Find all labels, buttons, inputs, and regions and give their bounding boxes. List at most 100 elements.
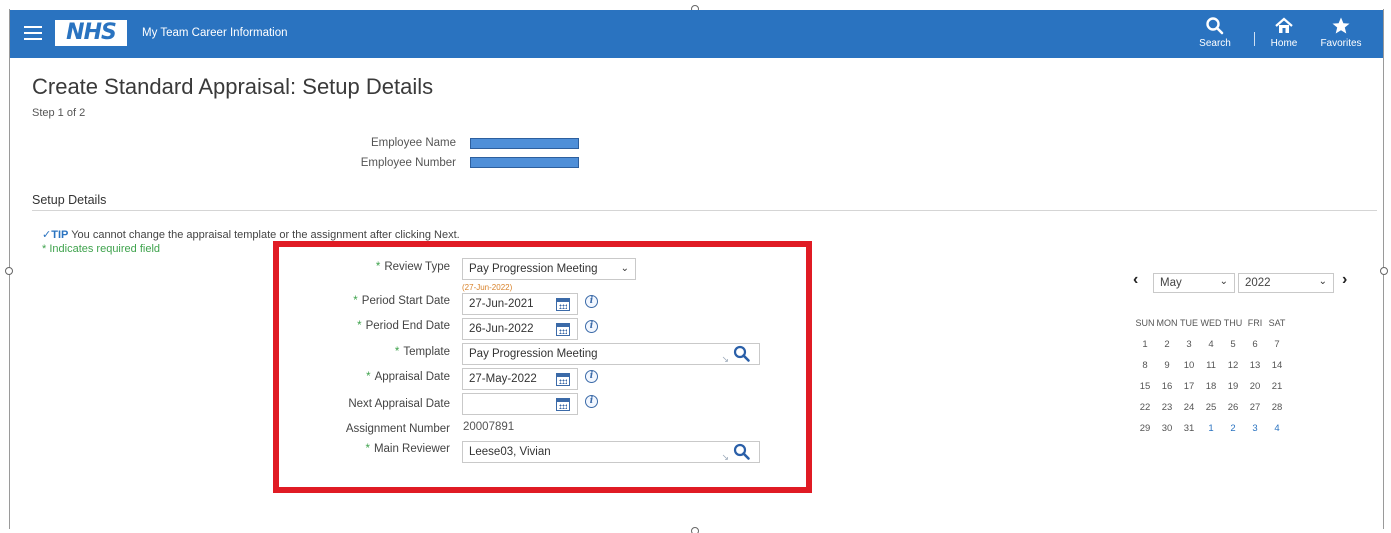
info-icon[interactable]: i <box>585 395 598 408</box>
calendar-day[interactable]: 12 <box>1222 355 1244 376</box>
home-icon <box>1266 16 1302 38</box>
employee-name-redacted <box>470 138 579 149</box>
resize-arrow-icon: ↘ <box>721 452 729 462</box>
chevron-down-icon: ⌄ <box>1318 276 1327 287</box>
period-end-label: * Period End Date <box>357 320 450 332</box>
info-icon[interactable]: i <box>585 320 598 333</box>
calendar-day[interactable]: 11 <box>1200 355 1222 376</box>
calendar-day[interactable]: 2 <box>1156 334 1178 355</box>
template-input[interactable]: Pay Progression Meeting ↘ <box>462 343 760 365</box>
calendar-icon[interactable] <box>556 398 570 411</box>
calendar-week-row: 15 16 17 18 19 20 21 <box>1134 376 1288 397</box>
weekday-header: SUN <box>1135 318 1155 328</box>
calendar-day[interactable]: 17 <box>1178 376 1200 397</box>
calendar-day[interactable]: 27 <box>1244 397 1266 418</box>
calendar-day[interactable]: 13 <box>1244 355 1266 376</box>
calendar-day[interactable]: 5 <box>1222 334 1244 355</box>
calendar-day[interactable]: 31 <box>1178 418 1200 439</box>
calendar-day[interactable]: 24 <box>1178 397 1200 418</box>
calendar-week-row: 8 9 10 11 12 13 14 <box>1134 355 1288 376</box>
tip-prefix: TIP <box>51 229 69 241</box>
calendar-day[interactable]: 22 <box>1134 397 1156 418</box>
search-icon[interactable] <box>733 443 751 468</box>
employee-number-redacted <box>470 157 579 168</box>
calendar-icon[interactable] <box>556 323 570 336</box>
calendar-icon[interactable] <box>556 298 570 311</box>
calendar-day[interactable]: 21 <box>1266 376 1288 397</box>
weekday-header: MON <box>1156 318 1178 328</box>
calendar-day[interactable]: 1 <box>1134 334 1156 355</box>
resize-handle-left <box>5 267 13 275</box>
review-type-label: * Review Type <box>375 261 450 273</box>
weekday-header: THU <box>1223 318 1243 328</box>
review-type-hint: (27-Jun-2022) <box>462 283 513 292</box>
favorites-nav-button[interactable]: Favorites <box>1314 16 1368 49</box>
calendar-day[interactable]: 28 <box>1266 397 1288 418</box>
calendar-day[interactable]: 8 <box>1134 355 1156 376</box>
calendar-day[interactable]: 3 <box>1178 334 1200 355</box>
month-select[interactable]: May ⌄ <box>1153 273 1235 293</box>
section-divider <box>32 210 1377 211</box>
nhs-logo: NHS <box>55 20 127 46</box>
resize-handle-right <box>1380 267 1388 275</box>
calendar-week-row: 22 23 24 25 26 27 28 <box>1134 397 1288 418</box>
calendar-day[interactable]: 14 <box>1266 355 1288 376</box>
required-field-note: * Indicates required field <box>42 243 161 255</box>
calendar-day[interactable]: 7 <box>1266 334 1288 355</box>
weekday-header: SAT <box>1268 318 1286 328</box>
calendar-day[interactable]: 29 <box>1134 418 1156 439</box>
calendar-day[interactable]: 19 <box>1222 376 1244 397</box>
star-icon <box>1314 16 1368 38</box>
resize-handle-bottom <box>691 527 699 533</box>
page-title: Create Standard Appraisal: Setup Details <box>32 74 434 99</box>
search-nav-button[interactable]: Search <box>1195 16 1235 49</box>
calendar-day[interactable]: 20 <box>1244 376 1266 397</box>
calendar-day[interactable]: 18 <box>1200 376 1222 397</box>
main-reviewer-input[interactable]: Leese03, Vivian ↘ <box>462 441 760 463</box>
period-start-label: * Period Start Date <box>353 295 450 307</box>
calendar-day[interactable]: 4 <box>1200 334 1222 355</box>
resize-arrow-icon: ↘ <box>721 354 729 364</box>
template-label: * Template <box>394 346 450 358</box>
nav-divider <box>1254 32 1255 46</box>
main-reviewer-label: * Main Reviewer <box>365 443 450 455</box>
menu-icon[interactable] <box>24 26 42 40</box>
calendar-day[interactable]: 10 <box>1178 355 1200 376</box>
weekday-header: FRI <box>1247 318 1263 328</box>
calendar-day[interactable]: 25 <box>1200 397 1222 418</box>
calendar-day[interactable]: 15 <box>1134 376 1156 397</box>
review-type-select[interactable]: Pay Progression Meeting ⌄ <box>462 258 636 280</box>
calendar-week-row: 1234567 <box>1134 334 1288 355</box>
top-navigation-bar: NHS My Team Career Information Search Ho… <box>10 10 1383 58</box>
chevron-down-icon: ⌄ <box>620 263 629 274</box>
calendar-day[interactable]: 6 <box>1244 334 1266 355</box>
calendar-day[interactable]: 3 <box>1244 418 1266 439</box>
assignment-number-label: Assignment Number <box>345 423 450 435</box>
home-nav-button[interactable]: Home <box>1266 16 1302 49</box>
calendar-day[interactable]: 16 <box>1156 376 1178 397</box>
search-icon[interactable] <box>733 345 751 370</box>
employee-number-label: Employee Number <box>360 157 456 169</box>
app-title: My Team Career Information <box>142 27 288 39</box>
calendar-day[interactable]: 26 <box>1222 397 1244 418</box>
calendar-day[interactable]: 4 <box>1266 418 1288 439</box>
info-icon[interactable]: i <box>585 295 598 308</box>
appraisal-date-label: * Appraisal Date <box>366 371 450 383</box>
next-month-button[interactable]: › <box>1342 271 1347 289</box>
calendar-day[interactable]: 1 <box>1200 418 1222 439</box>
chevron-down-icon: ⌄ <box>1219 276 1228 287</box>
next-appraisal-date-label: Next Appraisal Date <box>348 398 450 410</box>
search-icon <box>1195 16 1235 38</box>
calendar-day[interactable]: 9 <box>1156 355 1178 376</box>
previous-month-button[interactable]: ‹ <box>1133 271 1138 289</box>
home-nav-label: Home <box>1270 38 1298 49</box>
calendar-day[interactable]: 23 <box>1156 397 1178 418</box>
calendar-week-row: 29 30 31 1 2 3 4 <box>1134 418 1288 439</box>
calendar-icon[interactable] <box>556 373 570 386</box>
search-nav-label: Search <box>1199 38 1231 49</box>
year-select[interactable]: 2022 ⌄ <box>1238 273 1334 293</box>
calendar-day[interactable]: 2 <box>1222 418 1244 439</box>
info-icon[interactable]: i <box>585 370 598 383</box>
weekday-header: WED <box>1200 318 1222 328</box>
calendar-day[interactable]: 30 <box>1156 418 1178 439</box>
